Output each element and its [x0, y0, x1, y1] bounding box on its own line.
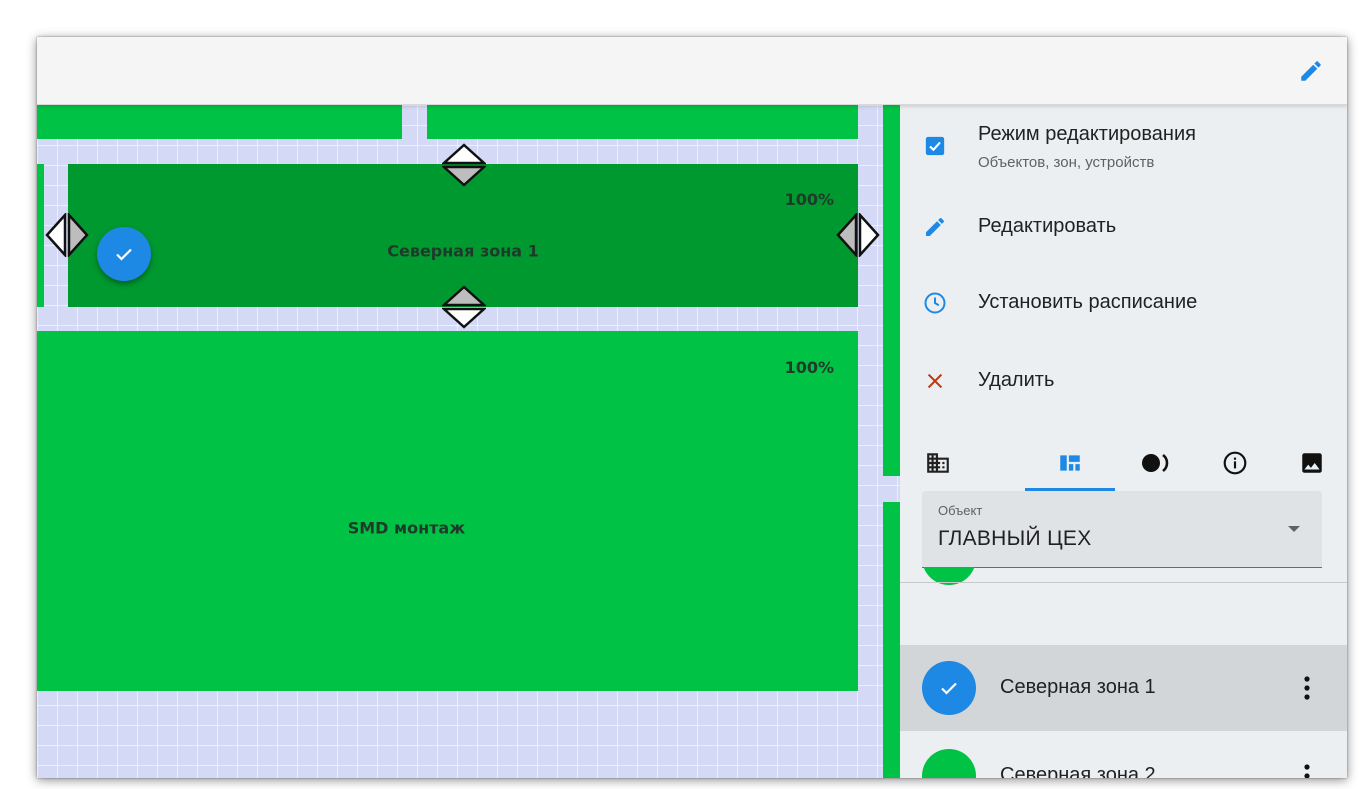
- delete-label: Удалить: [978, 369, 1055, 391]
- object-select-label: Объект: [938, 503, 983, 518]
- object-select-value: ГЛАВНЫЙ ЦЕХ: [938, 527, 1092, 550]
- zone-selected-check-icon[interactable]: [97, 227, 151, 281]
- schedule-menu-item[interactable]: Установить расписание: [900, 273, 1347, 333]
- edit-mode-sublabel: Объектов, зон, устройств: [978, 154, 1155, 171]
- zone-block[interactable]: [37, 164, 44, 307]
- image-icon[interactable]: [1282, 435, 1342, 491]
- zone-color-dot: [922, 749, 976, 778]
- edit-label: Редактировать: [978, 215, 1117, 237]
- list-item-name: Северная зона 2: [1000, 764, 1156, 778]
- chevron-down-icon: [1288, 526, 1300, 532]
- more-vert-icon[interactable]: [1297, 761, 1317, 778]
- zone-block[interactable]: [883, 105, 900, 476]
- checkbox-checked-icon[interactable]: [922, 133, 948, 159]
- zone-label: Северная зона 1: [387, 241, 539, 261]
- zone-percent: 100%: [784, 358, 834, 377]
- zones-icon[interactable]: [1040, 435, 1100, 491]
- zone-smd[interactable]: 100% SMD монтаж: [37, 331, 858, 691]
- object-select[interactable]: Объект ГЛАВНЫЙ ЦЕХ: [922, 491, 1322, 568]
- edit-mode-label: Режим редактирования: [978, 123, 1196, 145]
- list-item[interactable]: Северная зона 2: [900, 733, 1347, 778]
- delete-menu-item[interactable]: Удалить: [900, 351, 1347, 411]
- edit-menu-item[interactable]: Редактировать: [900, 197, 1347, 257]
- zone-block[interactable]: [427, 105, 858, 139]
- resize-handle-left[interactable]: [45, 213, 89, 257]
- edit-mode-toggle[interactable]: Режим редактирования Объектов, зон, устр…: [900, 105, 1347, 185]
- resize-handle-top[interactable]: [442, 143, 486, 187]
- building-icon[interactable]: [908, 435, 968, 491]
- list-item-partial: [922, 567, 976, 587]
- schedule-label: Установить расписание: [978, 291, 1198, 313]
- resize-handle-bottom[interactable]: [442, 285, 486, 329]
- zone-block[interactable]: [37, 105, 402, 139]
- panel-tabs: [900, 435, 1347, 491]
- side-panel: Режим редактирования Объектов, зон, устр…: [900, 105, 1347, 778]
- more-vert-icon[interactable]: [1297, 673, 1317, 703]
- resize-handle-right[interactable]: [836, 213, 880, 257]
- pencil-icon: [922, 214, 948, 240]
- list-item[interactable]: Северная зона 1: [900, 645, 1347, 731]
- floor-map[interactable]: 100% Северная зона 1 100% SMD монтаж: [37, 105, 900, 778]
- divider: [900, 582, 1347, 583]
- list-item-name: Северная зона 1: [1000, 676, 1156, 698]
- clock-icon: [922, 290, 948, 316]
- top-toolbar: [37, 37, 1347, 105]
- info-icon[interactable]: [1205, 435, 1265, 491]
- close-icon: [922, 368, 948, 394]
- check-icon: [922, 661, 976, 715]
- pencil-icon[interactable]: [1297, 57, 1325, 85]
- zone-percent: 100%: [784, 190, 834, 209]
- zone-block[interactable]: [883, 502, 900, 778]
- app-window: 100% Северная зона 1 100% SMD монтаж Реж…: [37, 37, 1347, 778]
- zone-label: SMD монтаж: [347, 518, 466, 538]
- devices-icon[interactable]: [1125, 435, 1185, 491]
